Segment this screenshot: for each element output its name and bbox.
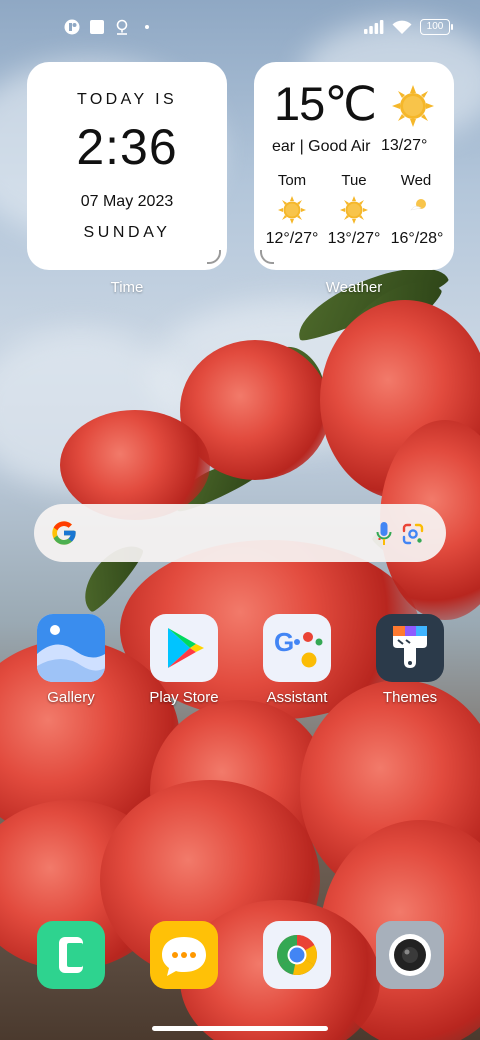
sun-icon bbox=[340, 196, 368, 224]
notification-icons bbox=[64, 19, 149, 35]
assistant-icon: G bbox=[263, 614, 331, 682]
dock-chrome[interactable] bbox=[242, 921, 352, 989]
dock-camera[interactable] bbox=[355, 921, 465, 989]
app-label: Themes bbox=[382, 689, 438, 706]
dock-phone[interactable] bbox=[16, 921, 126, 989]
app-label: Play Store bbox=[149, 689, 219, 706]
google-search-bar[interactable] bbox=[34, 504, 446, 562]
app-label: Gallery bbox=[47, 689, 95, 706]
resize-handle bbox=[207, 250, 221, 264]
more-notifications-dot bbox=[145, 25, 149, 29]
camera-lens-icon[interactable] bbox=[401, 522, 425, 546]
temperature-range: 13/27° bbox=[381, 137, 428, 154]
app-themes[interactable]: Themes bbox=[355, 614, 465, 706]
weather-widget[interactable]: 15℃ ear | Good Air 13/27° Tom Tue Wed 12… bbox=[254, 62, 454, 270]
status-bar: 100 bbox=[0, 0, 480, 56]
battery-indicator: 100 bbox=[420, 19, 453, 35]
forecast-temperature: 12°/27° bbox=[265, 230, 319, 247]
svg-text:G: G bbox=[274, 627, 294, 657]
weather-condition: ear | Good Air bbox=[272, 138, 371, 155]
microphone-icon[interactable] bbox=[376, 522, 392, 546]
resize-handle bbox=[260, 250, 274, 264]
sun-icon bbox=[278, 196, 306, 224]
current-temperature: 15℃ bbox=[274, 77, 377, 130]
play-store-icon bbox=[150, 614, 218, 682]
messages-icon bbox=[150, 921, 218, 989]
forecast-temperature: 16°/28° bbox=[390, 230, 444, 247]
sun-cloud-icon bbox=[410, 199, 426, 211]
chrome-icon bbox=[263, 921, 331, 989]
wifi-icon bbox=[392, 20, 412, 34]
clock-time: 2:36 bbox=[76, 119, 178, 175]
app-gallery[interactable]: Gallery bbox=[16, 614, 126, 706]
home-gesture-bar[interactable] bbox=[152, 1026, 328, 1031]
location-notification-icon bbox=[116, 19, 128, 35]
google-g-icon bbox=[52, 521, 76, 545]
themes-brush-icon bbox=[376, 614, 444, 682]
forecast-day: Wed bbox=[400, 172, 432, 189]
signal-icon bbox=[364, 20, 384, 34]
app-play-store[interactable]: Play Store bbox=[129, 614, 239, 706]
app-assistant[interactable]: G Assistant bbox=[242, 614, 352, 706]
app-notification-icon bbox=[64, 19, 80, 35]
clock-date: 07 May 2023 bbox=[80, 193, 174, 210]
app-label: Assistant bbox=[266, 689, 328, 706]
forecast-day: Tom bbox=[277, 172, 307, 189]
gallery-icon bbox=[37, 614, 105, 682]
clock-widget[interactable]: TODAY IS 2:36 07 May 2023 SUNDAY bbox=[27, 62, 227, 270]
camera-icon bbox=[376, 921, 444, 989]
system-icons: 100 bbox=[364, 19, 453, 35]
phone-icon bbox=[37, 921, 105, 989]
dock-messages[interactable] bbox=[129, 921, 239, 989]
square-notification-icon bbox=[90, 20, 104, 34]
forecast-temperature: 13°/27° bbox=[327, 230, 381, 247]
clock-widget-caption: Time bbox=[110, 279, 144, 296]
clock-label: TODAY IS bbox=[76, 91, 178, 108]
forecast-day: Tue bbox=[341, 172, 367, 189]
clock-day: SUNDAY bbox=[83, 224, 171, 241]
weather-widget-caption: Weather bbox=[325, 279, 383, 296]
sun-icon bbox=[392, 85, 434, 127]
